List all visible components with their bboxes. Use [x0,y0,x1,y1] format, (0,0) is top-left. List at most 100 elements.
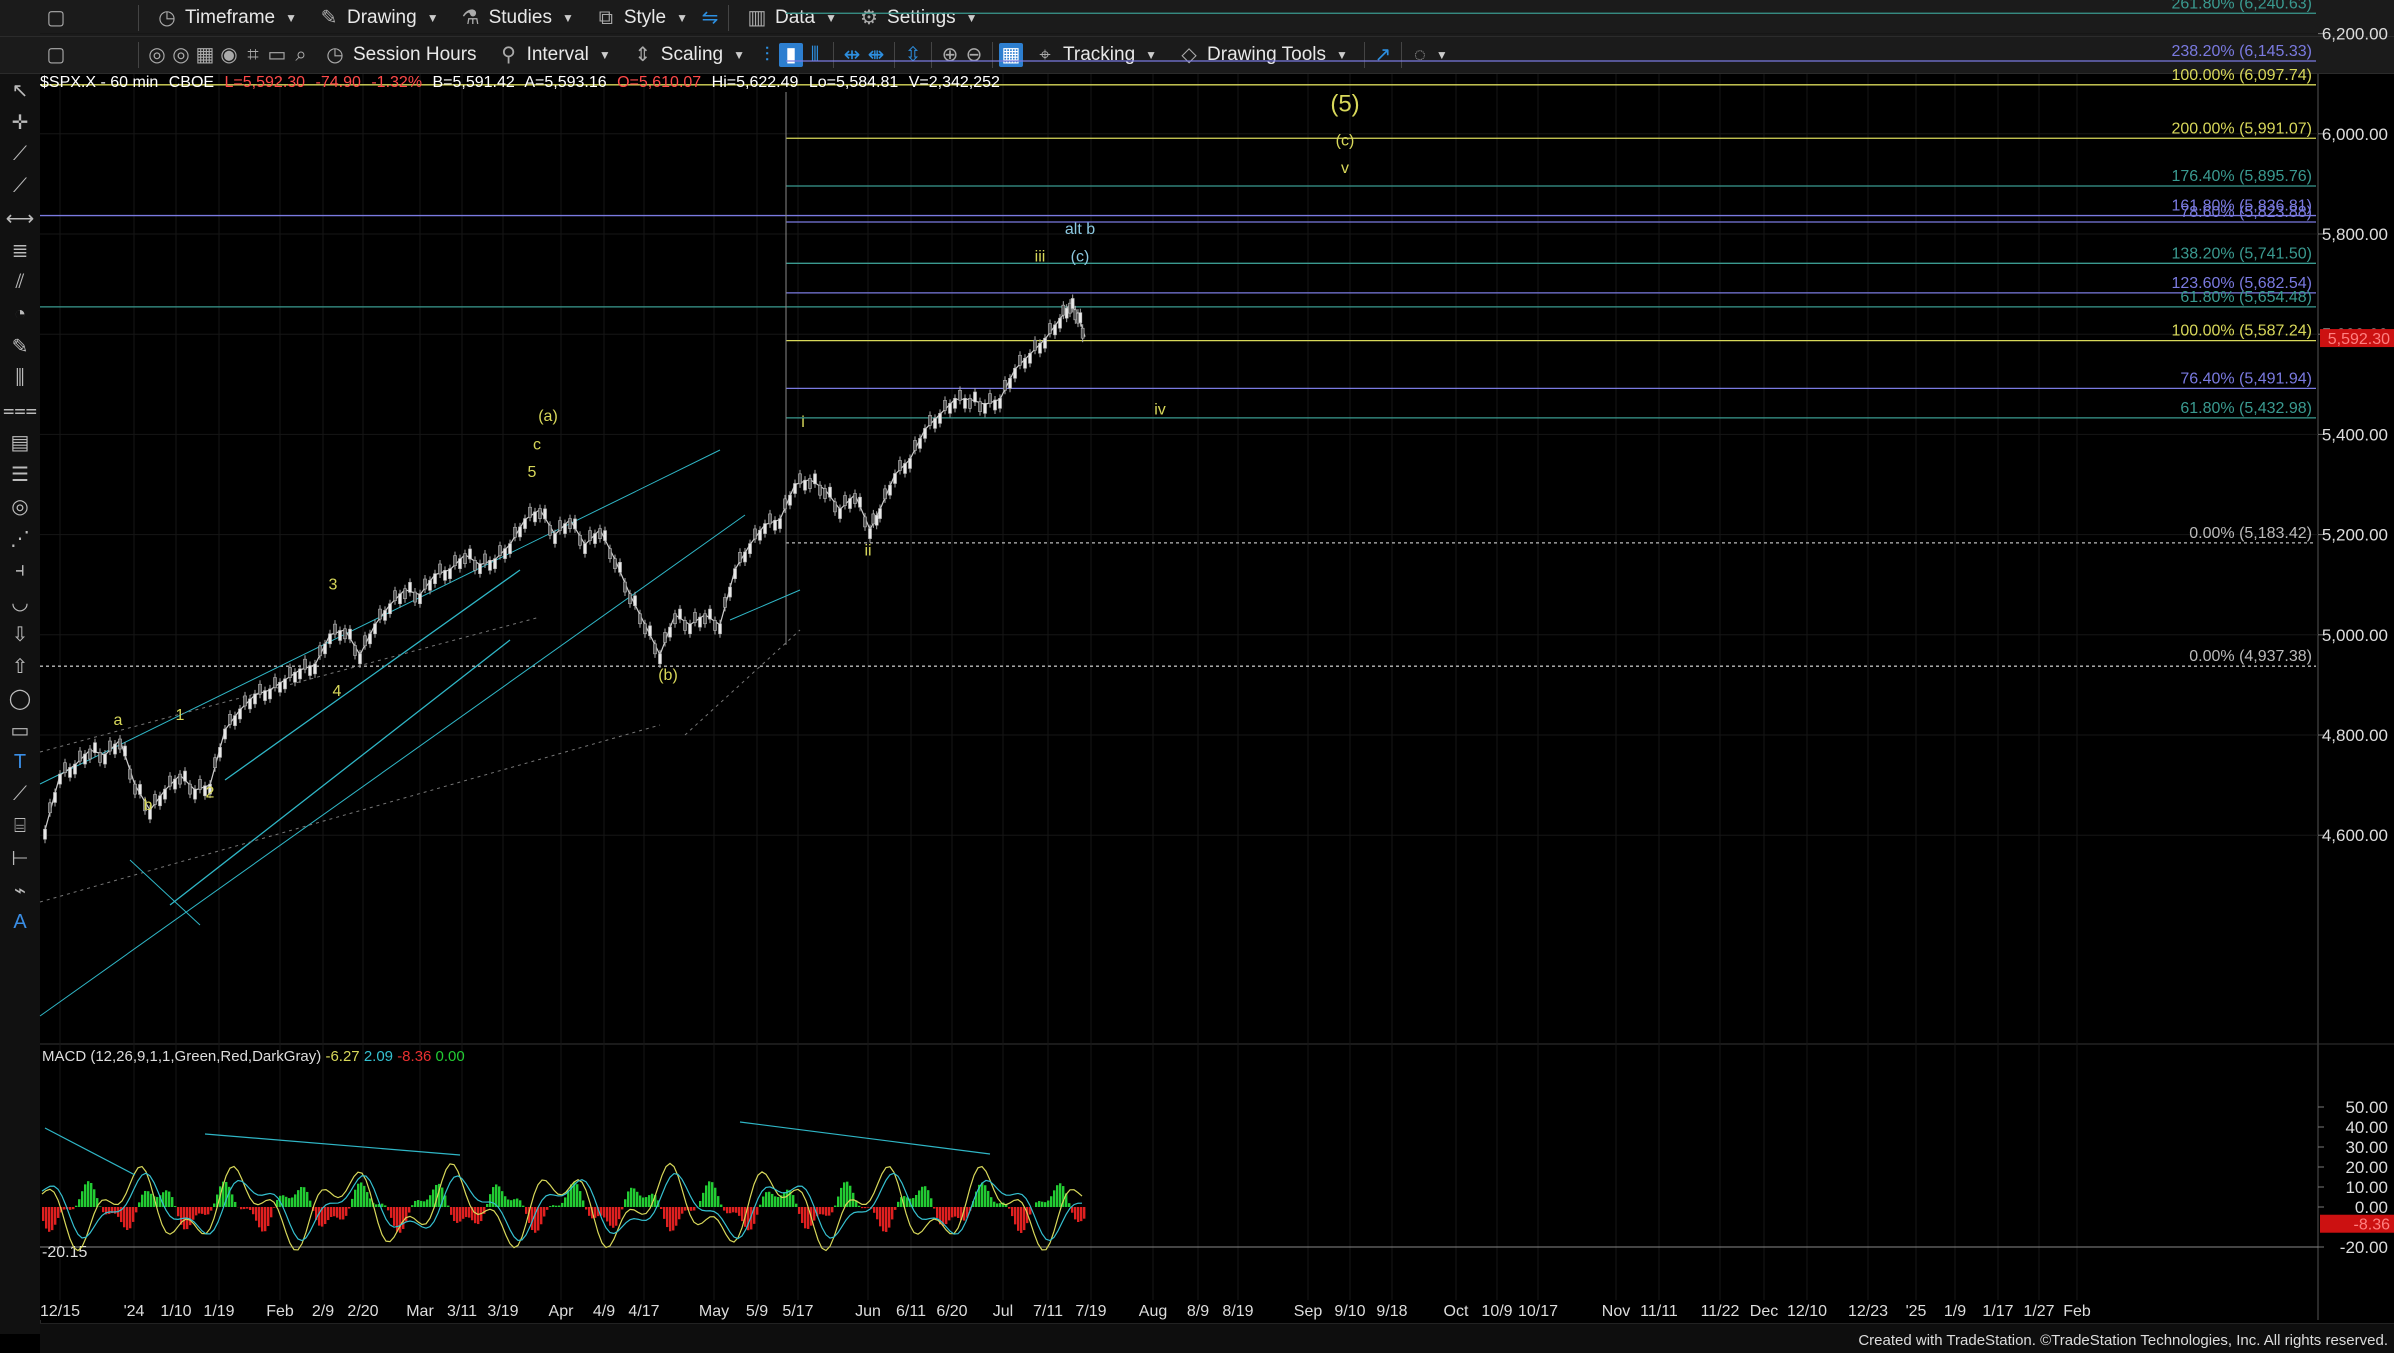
macd-histogram-bar [1080,1207,1083,1222]
candle-body [433,573,437,584]
macd-histogram-bar [1068,1203,1071,1207]
macd-histogram-bar [360,1182,363,1207]
macd-histogram-bar [366,1192,369,1207]
macd-histogram-bar [999,1203,1002,1207]
candle-body [788,494,792,506]
candle-body [708,608,712,620]
macd-histogram-bar [1014,1207,1017,1225]
macd-histogram-bar [579,1191,582,1207]
macd-histogram-bar [432,1189,435,1207]
macd-histogram-bar [1041,1201,1044,1207]
candle-body [823,488,827,499]
ask-price: A=5,593.16 [524,74,607,91]
macd-histogram-bar [1038,1201,1041,1207]
wave-label: 5 [528,464,537,481]
candle-body [293,671,297,683]
macd-histogram-bar [189,1207,192,1226]
macd-histogram-bar [369,1198,372,1207]
candle-body [603,530,607,541]
wave-label: i [801,414,805,431]
macd-histogram-bar [393,1207,396,1226]
wave-label: iv [1154,401,1166,418]
symbol-header: $SPX.X - 60 min CBOE L=5,592.30 -74.90 -… [40,74,1006,92]
candle-body [173,778,177,790]
candle-body [703,613,707,625]
candle-body [48,802,52,814]
macd-histogram-bar [456,1207,459,1223]
macd-histogram-bar [660,1207,663,1210]
candle-body [833,501,837,513]
macd-histogram-bar [981,1182,984,1207]
candle-body [908,458,912,469]
candle-body [198,779,202,790]
macd-histogram-bar [234,1201,237,1207]
macd-histogram-bar [759,1204,762,1207]
date-tick-label: 6/20 [936,1303,967,1320]
fib-level-label: 76.40% (5,491.94) [2180,370,2312,387]
macd-histogram-bar [90,1182,93,1207]
date-tick-label: 9/10 [1334,1303,1365,1320]
macd-histogram-bar [828,1207,831,1216]
macd-histogram-bar [168,1191,171,1207]
candle-body [793,483,797,494]
macd-histogram-bar [231,1194,234,1207]
macd-histogram-bar [996,1203,999,1207]
date-tick-label: 12/15 [40,1303,80,1320]
wave-label: 4 [333,683,342,700]
date-tick-label: Feb [2063,1303,2091,1320]
macd-histogram-bar [204,1207,207,1215]
macd-pane-bg [40,1040,2318,1320]
macd-tick-label: 40.00 [2345,1118,2388,1137]
date-tick-label: 11/22 [1701,1303,1740,1320]
macd-histogram-bar [252,1207,255,1215]
macd-histogram-bar [705,1185,708,1207]
candle-body [543,508,547,520]
macd-histogram-bar [801,1207,804,1223]
candle-body [303,658,307,670]
macd-histogram-bar [1059,1183,1062,1207]
macd-histogram-bar [879,1207,882,1227]
candle-body [688,623,692,635]
price-tick-label: 4,600.00 [2322,826,2388,845]
macd-histogram-bar [699,1200,702,1207]
macd-histogram-bar [240,1207,243,1210]
candle-body [778,518,782,529]
wave-label: (a) [538,408,558,425]
candle-body [1053,324,1057,336]
macd-histogram-bar [561,1202,564,1207]
symbol-name[interactable]: $SPX.X - 60 min [40,74,158,91]
candle-body [1061,304,1066,316]
candle-body [133,783,137,795]
macd-histogram-bar [1053,1190,1056,1207]
candle-body [113,743,117,755]
candle-body [363,635,367,647]
macd-histogram-bar [927,1190,930,1207]
candle-body [878,508,882,519]
candle-body [773,519,777,531]
macd-histogram-bar [267,1207,270,1227]
macd-histogram-bar [72,1207,75,1210]
price-chart[interactable]: 261.80% (6,240.63) 238.20% (6,145.33) 100.… [0,0,2394,1353]
candle-body [533,511,537,523]
macd-histogram-bar [87,1181,90,1207]
candle-body [923,428,927,439]
candle-body [283,678,287,690]
wave-label: c [533,436,541,453]
candle-body [98,752,102,763]
candle-body [968,398,972,409]
macd-histogram-bar [555,1205,558,1207]
candle-body [488,560,492,571]
macd-histogram-bar [1008,1207,1011,1209]
candle-body [238,708,242,720]
candle-body [978,401,982,412]
macd-histogram-bar [408,1207,411,1213]
candle-body [733,568,737,579]
macd-histogram-bar [198,1207,201,1214]
macd-histogram-bar [645,1197,648,1207]
date-tick-label: 3/19 [487,1303,518,1320]
macd-histogram-bar [783,1192,786,1207]
macd-histogram-bar [93,1189,96,1207]
date-tick-label: 9/18 [1376,1303,1407,1320]
candle-body [1033,339,1037,351]
macd-histogram-bar [129,1207,132,1229]
